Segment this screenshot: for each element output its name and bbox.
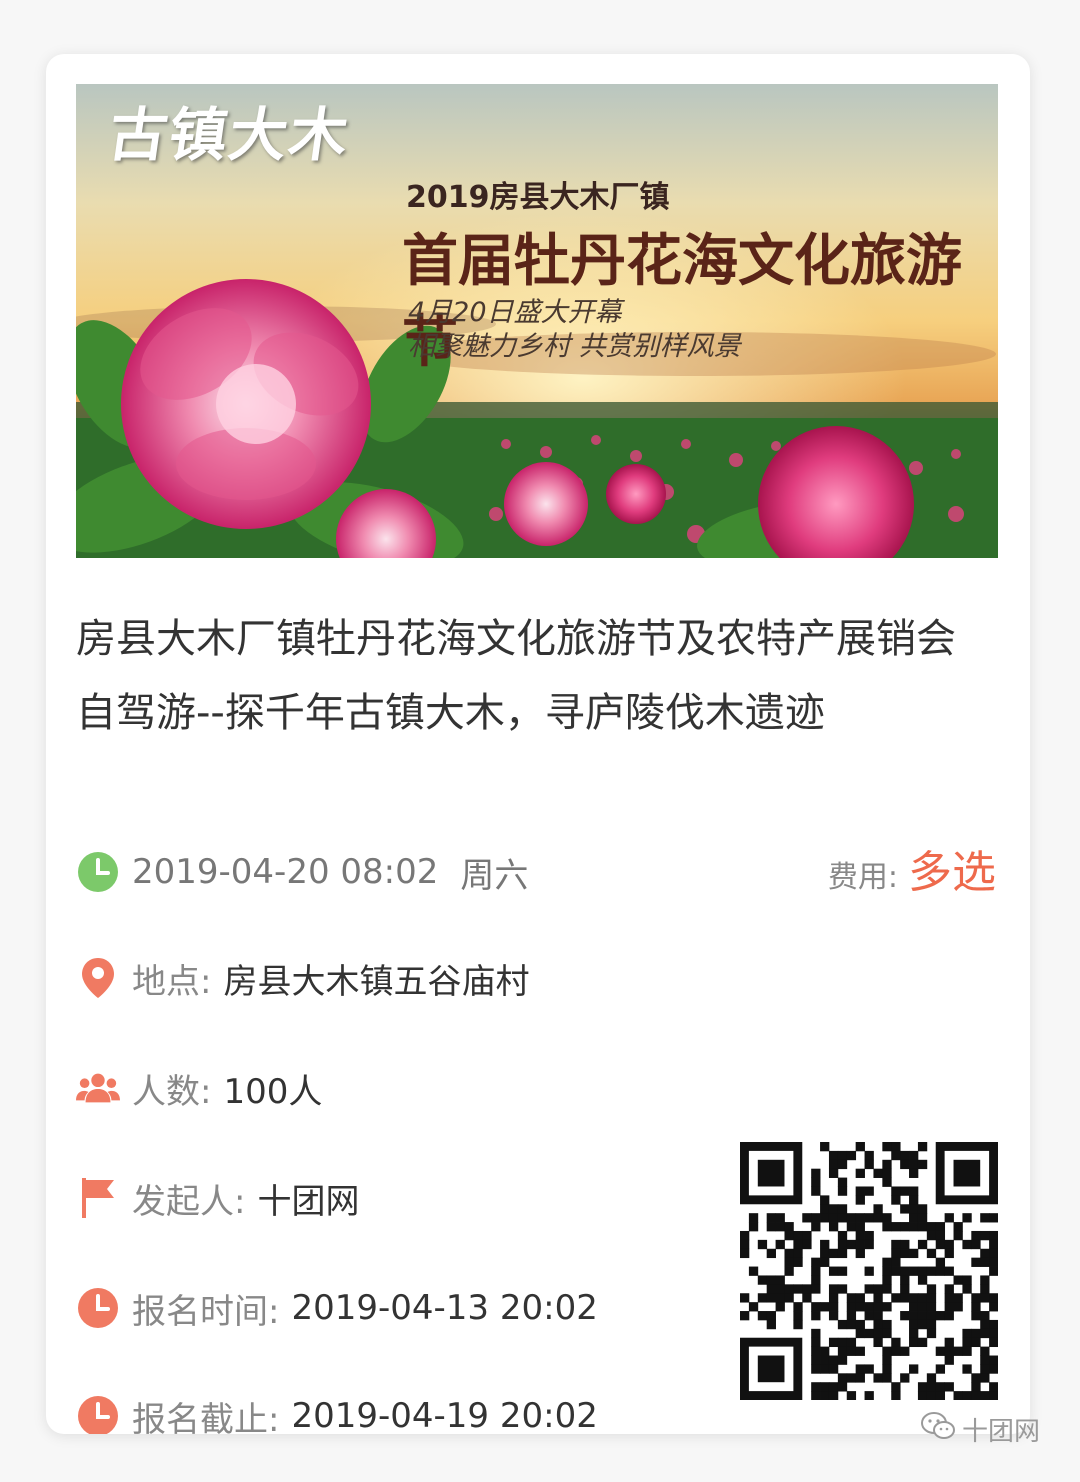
event-title[interactable]: 房县大木厂镇牡丹花海文化旅游节及农特产展销会自驾游--探千年古镇大木，寻庐陵伐木… [76, 602, 986, 750]
clock-icon [76, 1286, 120, 1330]
event-location-row[interactable]: 地点: 房县大木镇五谷庙村 [76, 950, 529, 1006]
people-label: 人数: [132, 1071, 212, 1112]
fee-value[interactable]: 多选 [908, 836, 996, 900]
event-people-row: 人数: 100人 [76, 1060, 322, 1116]
banner-brand-text: 古镇大木 [104, 101, 355, 169]
people-value: 100人 [223, 1071, 323, 1112]
location-value: 房县大木镇五谷庙村 [223, 961, 530, 1002]
watermark: 十团网 [920, 1411, 1040, 1448]
signup-end-label: 报名截止: [132, 1399, 280, 1435]
wechat-icon [920, 1411, 956, 1448]
organizer-value[interactable]: 十团网 [257, 1174, 359, 1223]
signup-start-value: 2019-04-13 20:02 [291, 1288, 598, 1328]
event-card[interactable]: 古镇大木 2019房县大木厂镇 首届牡丹花海文化旅游节 4月20日盛大开幕 相聚… [46, 54, 1030, 1434]
fee-block[interactable]: 费用: 多选 [828, 840, 996, 900]
fee-label: 费用: [827, 860, 898, 895]
clock-icon [76, 1394, 120, 1434]
event-datetime-row: 2019-04-20 08:02 周六 [76, 844, 528, 900]
event-weekday: 周六 [460, 855, 529, 896]
location-pin-icon [76, 956, 120, 1000]
location-label: 地点: [132, 961, 212, 1002]
signup-start-label: 报名时间: [132, 1291, 280, 1332]
event-organizer-row[interactable]: 发起人: 十团网 [76, 1170, 359, 1226]
signup-end-row: 报名截止: 2019-04-19 20:02 [76, 1388, 598, 1434]
banner-year-line: 2019房县大木厂镇 [406, 180, 670, 215]
clock-icon [76, 850, 120, 894]
banner-text-overlay: 古镇大木 2019房县大木厂镇 首届牡丹花海文化旅游节 4月20日盛大开幕 相聚… [76, 84, 998, 558]
page: 古镇大木 2019房县大木厂镇 首届牡丹花海文化旅游节 4月20日盛大开幕 相聚… [0, 0, 1080, 1482]
qr-code-graphic [740, 1142, 999, 1401]
qr-code[interactable] [740, 1142, 999, 1401]
event-datetime: 2019-04-20 08:02 [132, 852, 439, 892]
organizer-label: 发起人: [132, 1181, 246, 1222]
flag-icon [76, 1176, 120, 1220]
signup-start-row: 报名时间: 2019-04-13 20:02 [76, 1280, 598, 1336]
event-banner-image[interactable]: 古镇大木 2019房县大木厂镇 首届牡丹花海文化旅游节 4月20日盛大开幕 相聚… [76, 84, 998, 558]
banner-slogan-line: 相聚魅力乡村 共赏别样风景 [408, 331, 741, 362]
people-icon [76, 1066, 120, 1110]
signup-end-value: 2019-04-19 20:02 [291, 1396, 598, 1434]
watermark-text: 十团网 [961, 1417, 1040, 1447]
